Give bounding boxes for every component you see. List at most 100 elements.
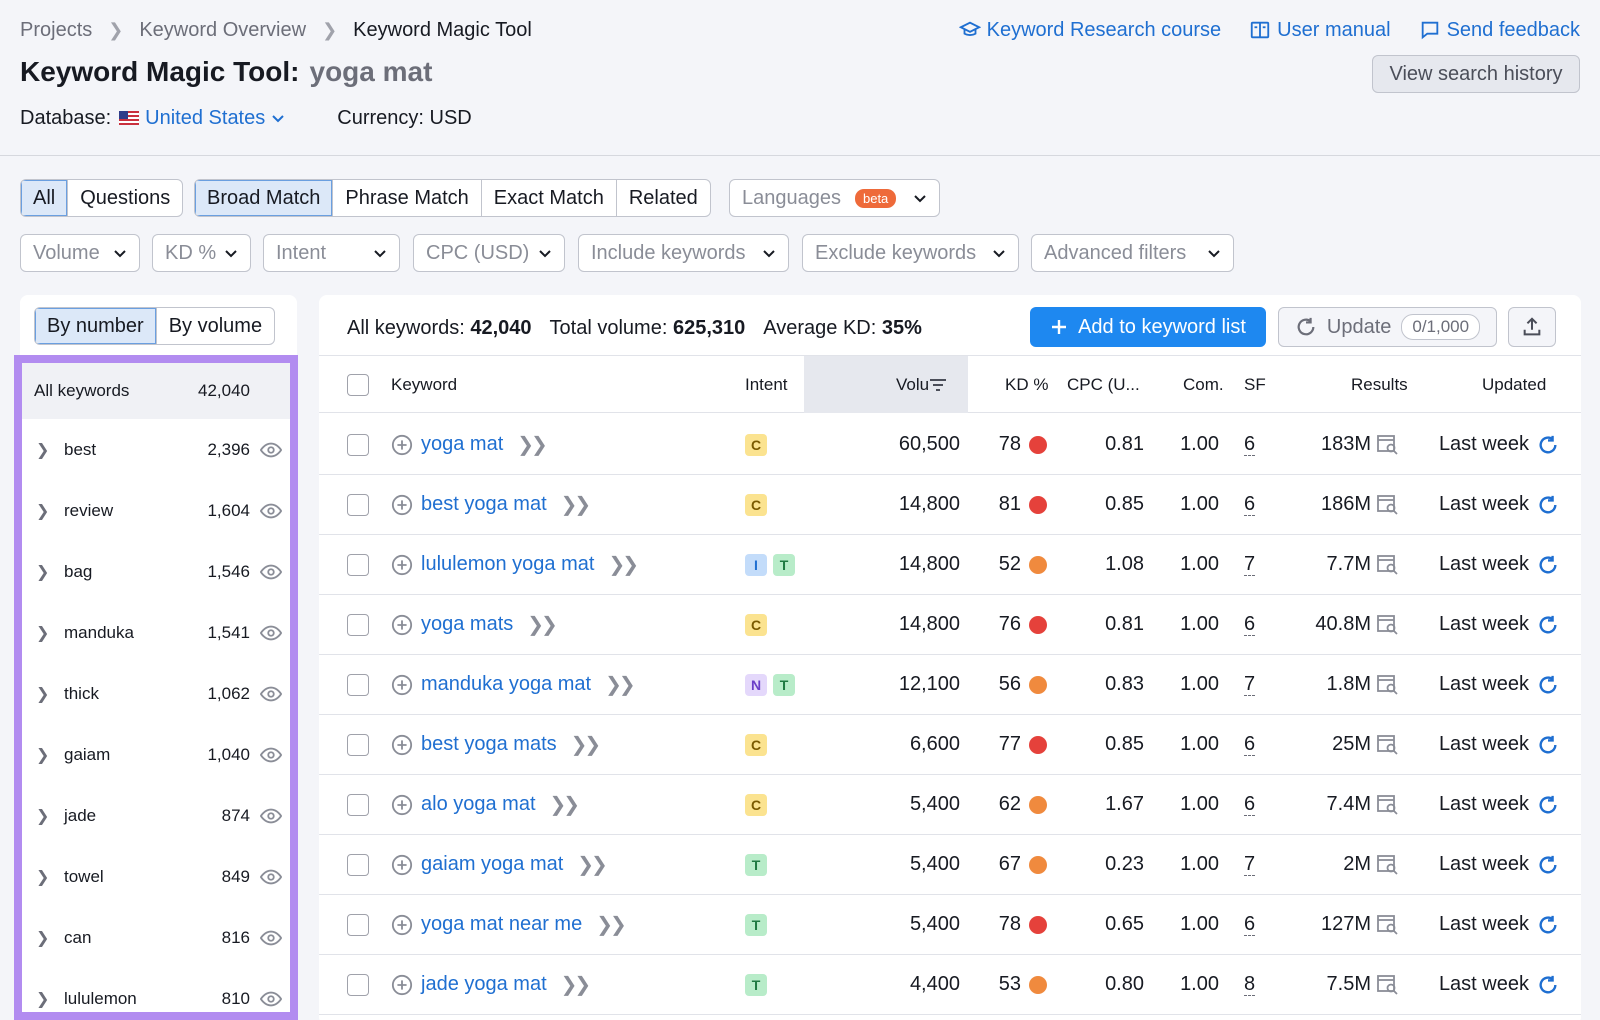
add-circle-icon[interactable] — [391, 914, 413, 936]
add-circle-icon[interactable] — [391, 794, 413, 816]
column-kd[interactable]: KD % — [1005, 356, 1048, 414]
keyword-group-item[interactable]: ❯ lululemon 810 — [22, 968, 290, 1020]
row-checkbox[interactable] — [347, 433, 369, 456]
send-feedback-link[interactable]: Send feedback — [1419, 19, 1580, 42]
double-chevron-right-icon[interactable]: ❯❯ — [608, 552, 638, 577]
double-chevron-right-icon[interactable]: ❯❯ — [605, 672, 635, 697]
row-checkbox[interactable] — [347, 553, 369, 576]
double-chevron-right-icon[interactable]: ❯❯ — [550, 792, 580, 817]
serp-preview-icon[interactable] — [1377, 554, 1399, 575]
keyword-group-item[interactable]: ❯ best 2,396 — [22, 419, 290, 480]
eye-icon[interactable] — [260, 500, 282, 522]
keyword-link[interactable]: yoga mats — [421, 613, 513, 636]
keyword-group-item[interactable]: ❯ gaiam 1,040 — [22, 724, 290, 785]
serp-preview-icon[interactable] — [1377, 494, 1399, 515]
keyword-research-course-link[interactable]: Keyword Research course — [958, 19, 1221, 42]
volume-filter[interactable]: Volume — [20, 234, 140, 272]
row-checkbox[interactable] — [347, 493, 369, 516]
include-keywords-filter[interactable]: Include keywords — [578, 234, 789, 272]
add-circle-icon[interactable] — [391, 494, 413, 516]
eye-icon[interactable] — [260, 683, 282, 705]
eye-icon[interactable] — [260, 988, 282, 1010]
serp-preview-icon[interactable] — [1377, 674, 1399, 695]
keyword-group-item[interactable]: ❯ thick 1,062 — [22, 663, 290, 724]
serp-preview-icon[interactable] — [1377, 614, 1399, 635]
eye-icon[interactable] — [260, 927, 282, 949]
refresh-icon[interactable] — [1537, 434, 1559, 456]
tab-phrase-match[interactable]: Phrase Match — [333, 180, 482, 216]
double-chevron-right-icon[interactable]: ❯❯ — [596, 912, 626, 937]
column-sf[interactable]: SF — [1244, 356, 1266, 414]
keyword-group-item[interactable]: ❯ jade 874 — [22, 785, 290, 846]
add-circle-icon[interactable] — [391, 854, 413, 876]
sf-value[interactable]: 7 — [1244, 853, 1256, 876]
export-button[interactable] — [1508, 307, 1556, 347]
row-checkbox[interactable] — [347, 733, 369, 756]
column-results[interactable]: Results — [1351, 356, 1408, 414]
chevron-right-icon[interactable]: ❯ — [36, 867, 50, 887]
serp-preview-icon[interactable] — [1377, 854, 1399, 875]
all-keywords-group[interactable]: All keywords 42,040 — [22, 363, 290, 419]
keyword-group-item[interactable]: ❯ manduka 1,541 — [22, 602, 290, 663]
double-chevron-right-icon[interactable]: ❯❯ — [561, 972, 591, 997]
cpc-filter[interactable]: CPC (USD) — [413, 234, 565, 272]
breadcrumb-projects[interactable]: Projects — [20, 19, 92, 42]
column-volume[interactable]: Volu — [896, 356, 947, 414]
kd-filter[interactable]: KD % — [152, 234, 251, 272]
eye-icon[interactable] — [260, 744, 282, 766]
add-circle-icon[interactable] — [391, 674, 413, 696]
keyword-link[interactable]: yoga mat — [421, 433, 503, 456]
keyword-link[interactable]: best yoga mats — [421, 733, 557, 756]
eye-icon[interactable] — [260, 622, 282, 644]
chevron-right-icon[interactable]: ❯ — [36, 623, 50, 643]
tab-questions[interactable]: Questions — [68, 180, 182, 216]
add-circle-icon[interactable] — [391, 554, 413, 576]
exclude-keywords-filter[interactable]: Exclude keywords — [802, 234, 1019, 272]
add-to-keyword-list-button[interactable]: Add to keyword list — [1030, 307, 1266, 347]
column-keyword[interactable]: Keyword — [391, 356, 457, 414]
breadcrumb-keyword-overview[interactable]: Keyword Overview — [139, 19, 306, 42]
refresh-icon[interactable] — [1537, 674, 1559, 696]
serp-preview-icon[interactable] — [1377, 434, 1399, 455]
update-button[interactable]: Update 0/1,000 — [1278, 307, 1497, 347]
add-circle-icon[interactable] — [391, 434, 413, 456]
sf-value[interactable]: 6 — [1244, 613, 1256, 636]
chevron-right-icon[interactable]: ❯ — [36, 928, 50, 948]
add-circle-icon[interactable] — [391, 974, 413, 996]
languages-dropdown[interactable]: Languages beta — [729, 179, 940, 217]
keyword-link[interactable]: gaiam yoga mat — [421, 853, 563, 876]
refresh-icon[interactable] — [1537, 914, 1559, 936]
chevron-right-icon[interactable]: ❯ — [36, 806, 50, 826]
eye-icon[interactable] — [260, 805, 282, 827]
keyword-link[interactable]: best yoga mat — [421, 493, 547, 516]
sf-value[interactable]: 6 — [1244, 793, 1256, 816]
sf-value[interactable]: 8 — [1244, 973, 1256, 996]
row-checkbox[interactable] — [347, 853, 369, 876]
column-com[interactable]: Com. — [1183, 356, 1224, 414]
keyword-link[interactable]: jade yoga mat — [421, 973, 547, 996]
keyword-group-item[interactable]: ❯ bag 1,546 — [22, 541, 290, 602]
chevron-right-icon[interactable]: ❯ — [36, 440, 50, 460]
eye-icon[interactable] — [260, 561, 282, 583]
keyword-link[interactable]: yoga mat near me — [421, 913, 582, 936]
refresh-icon[interactable] — [1537, 734, 1559, 756]
serp-preview-icon[interactable] — [1377, 794, 1399, 815]
row-checkbox[interactable] — [347, 673, 369, 696]
add-circle-icon[interactable] — [391, 734, 413, 756]
user-manual-link[interactable]: User manual — [1249, 19, 1391, 42]
serp-preview-icon[interactable] — [1377, 914, 1399, 935]
double-chevron-right-icon[interactable]: ❯❯ — [571, 732, 601, 757]
refresh-icon[interactable] — [1537, 974, 1559, 996]
tab-all[interactable]: All — [21, 180, 69, 216]
sf-value[interactable]: 6 — [1244, 733, 1256, 756]
refresh-icon[interactable] — [1537, 854, 1559, 876]
tab-related[interactable]: Related — [617, 180, 710, 216]
sf-value[interactable]: 6 — [1244, 913, 1256, 936]
chevron-right-icon[interactable]: ❯ — [36, 989, 50, 1009]
sf-value[interactable]: 7 — [1244, 553, 1256, 576]
serp-preview-icon[interactable] — [1377, 974, 1399, 995]
chevron-right-icon[interactable]: ❯ — [36, 745, 50, 765]
add-circle-icon[interactable] — [391, 614, 413, 636]
keyword-link[interactable]: manduka yoga mat — [421, 673, 591, 696]
select-all-checkbox[interactable] — [347, 374, 369, 396]
